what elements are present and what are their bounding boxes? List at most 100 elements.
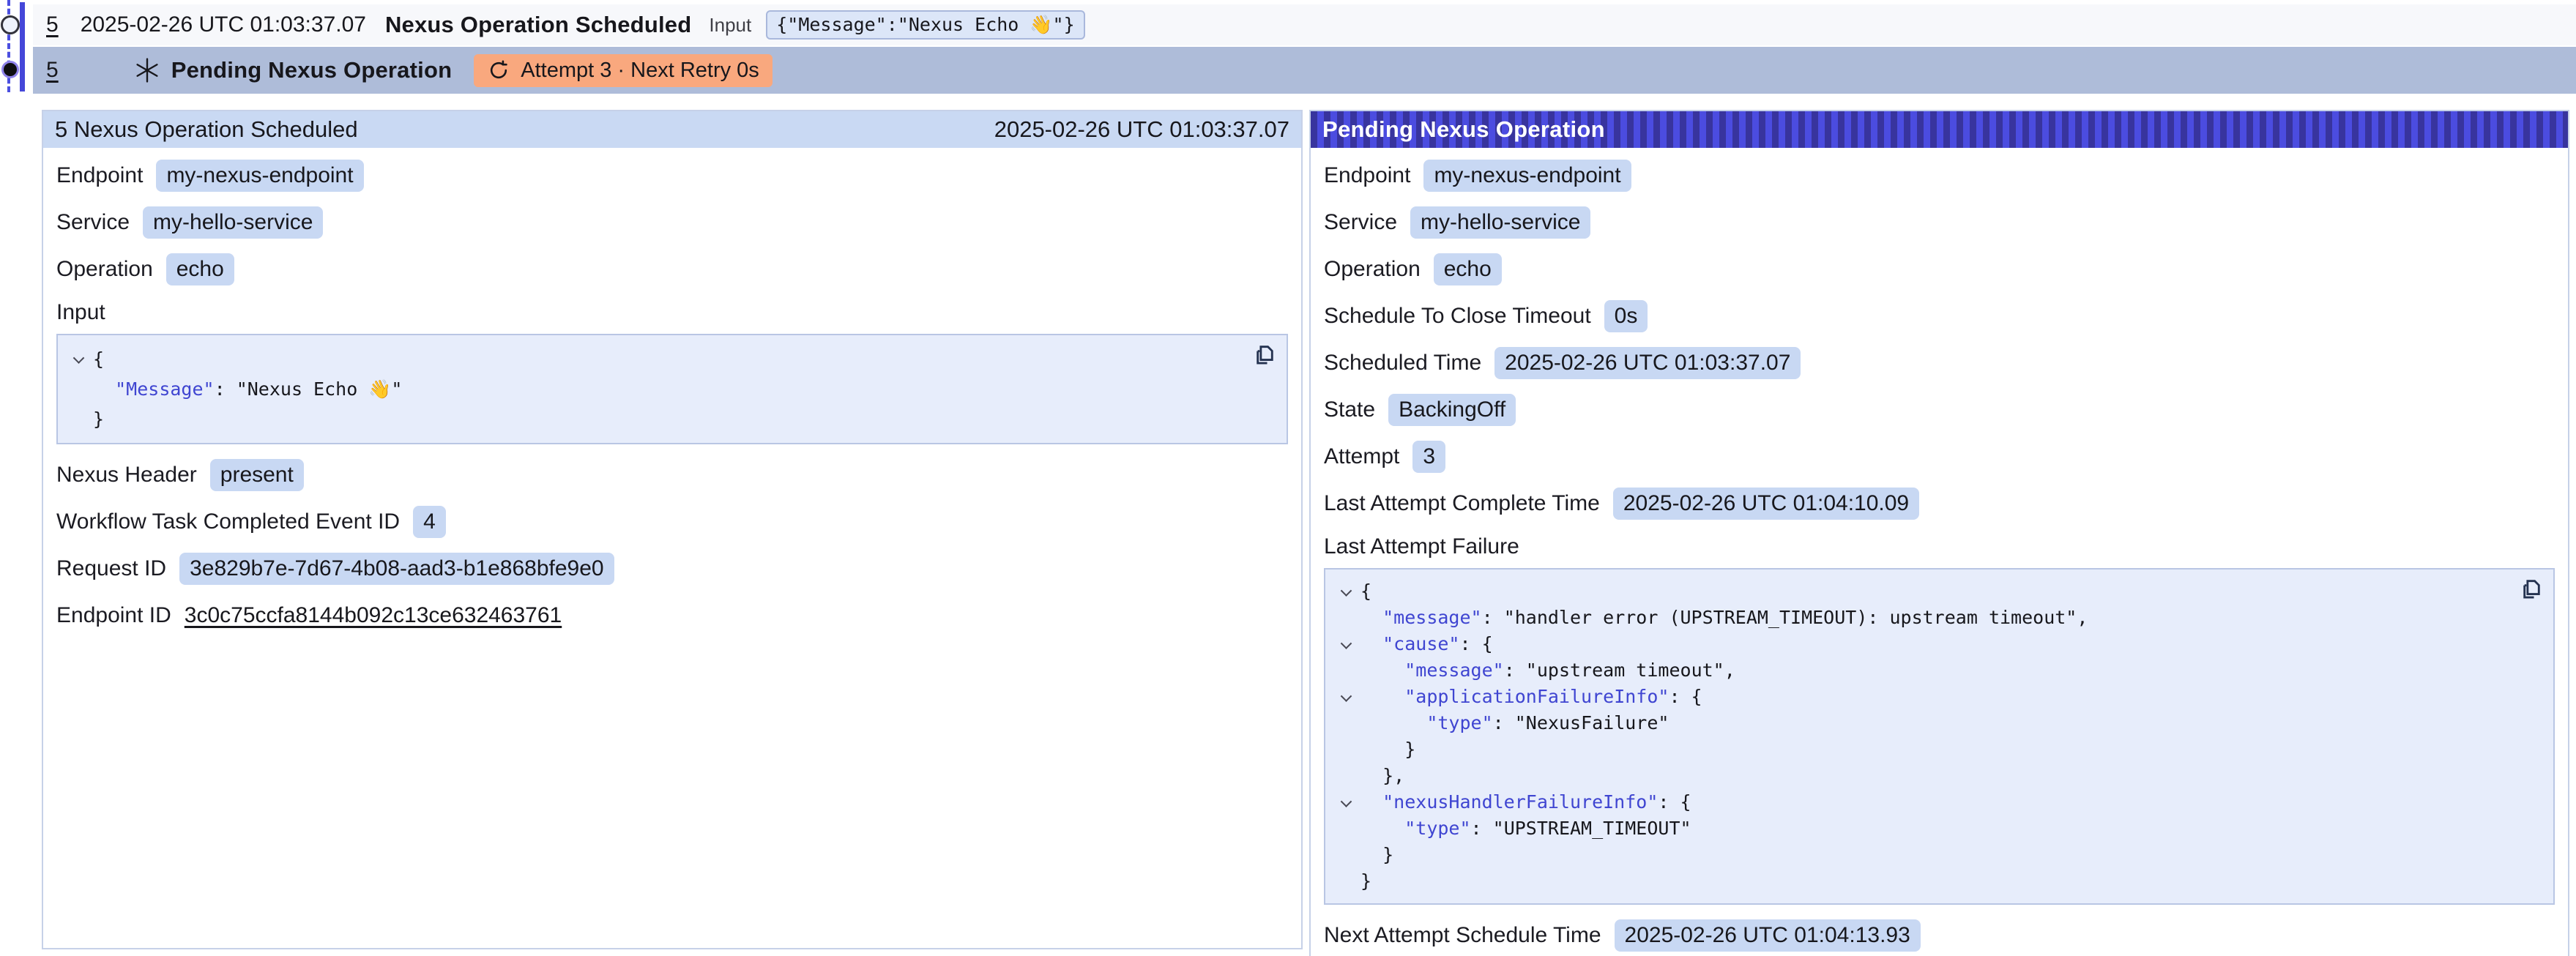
field-value-chip: 3e829b7e-7d67-4b08-aad3-b1e868bfe9e0 bbox=[179, 553, 614, 585]
field-label: Operation bbox=[1324, 257, 1421, 282]
chevron-down-icon[interactable] bbox=[64, 344, 93, 374]
retry-badge: Attempt 3 · Next Retry 0s bbox=[474, 54, 773, 87]
retry-badge-label: Attempt 3 · Next Retry 0s bbox=[521, 59, 759, 83]
json-line: "message": "handler error (UPSTREAM_TIME… bbox=[1331, 605, 2509, 631]
json-line: "type": "NexusFailure" bbox=[1331, 710, 2509, 736]
copy-button[interactable] bbox=[1250, 341, 1278, 369]
gutter bbox=[1331, 710, 1360, 736]
event-id-link[interactable]: 5 bbox=[46, 58, 59, 83]
json-line: } bbox=[1331, 842, 2509, 868]
gutter bbox=[1331, 815, 1360, 842]
json-line: "cause": { bbox=[1331, 631, 2509, 657]
chevron-down-icon[interactable] bbox=[1331, 684, 1360, 710]
field-label: Workflow Task Completed Event ID bbox=[56, 509, 400, 534]
json-line: "applicationFailureInfo": { bbox=[1331, 684, 2509, 710]
pending-asterisk-icon bbox=[133, 56, 161, 84]
field-value-chip: 4 bbox=[413, 506, 446, 538]
json-line: "nexusHandlerFailureInfo": { bbox=[1331, 789, 2509, 815]
json-line: "type": "UPSTREAM_TIMEOUT" bbox=[1331, 815, 2509, 842]
field-value-chip: echo bbox=[166, 253, 234, 285]
gutter bbox=[1331, 842, 1360, 868]
gutter bbox=[1331, 657, 1360, 684]
copy-button[interactable] bbox=[2517, 575, 2545, 603]
field-request-id: Request ID 3e829b7e-7d67-4b08-aad3-b1e86… bbox=[56, 553, 1288, 585]
field-attempt: Attempt 3 bbox=[1324, 441, 2555, 473]
field-label: Endpoint bbox=[1324, 163, 1410, 188]
gutter bbox=[64, 374, 93, 404]
json-line: "Message": "Nexus Echo 👋" bbox=[64, 374, 1243, 404]
field-schedule-to-close-timeout: Schedule To Close Timeout 0s bbox=[1324, 300, 2555, 332]
event-row-pending-nexus-operation[interactable]: 5 Pending Nexus Operation Attempt 3 · Ne… bbox=[33, 47, 2576, 94]
field-operation: Operation echo bbox=[56, 253, 1288, 285]
chevron-down-icon[interactable] bbox=[1331, 631, 1360, 657]
failure-json-viewer: { "message": "handler error (UPSTREAM_TI… bbox=[1324, 568, 2555, 905]
input-json-viewer: { "Message": "Nexus Echo 👋"} bbox=[56, 334, 1288, 444]
field-service: Service my-hello-service bbox=[56, 206, 1288, 239]
event-row-nexus-operation-scheduled[interactable]: 5 2025-02-26 UTC 01:03:37.07 Nexus Opera… bbox=[33, 4, 2576, 45]
event-detail-panel: 5 Nexus Operation Scheduled 2025-02-26 U… bbox=[42, 110, 1303, 949]
field-value-chip: 2025-02-26 UTC 01:04:13.93 bbox=[1615, 919, 1921, 952]
failure-section-label: Last Attempt Failure bbox=[1324, 534, 2555, 559]
field-value-chip: present bbox=[210, 459, 304, 491]
field-value-chip: BackingOff bbox=[1388, 394, 1516, 426]
field-label: Scheduled Time bbox=[1324, 351, 1481, 376]
gutter bbox=[1331, 763, 1360, 789]
panel-timestamp: 2025-02-26 UTC 01:03:37.07 bbox=[994, 116, 1289, 143]
gutter bbox=[1331, 736, 1360, 763]
field-endpoint: Endpoint my-nexus-endpoint bbox=[56, 160, 1288, 192]
event-marker-open-icon bbox=[1, 15, 20, 34]
copy-icon bbox=[2517, 575, 2545, 603]
field-endpoint-id: Endpoint ID 3c0c75ccfa8144b092c13ce63246… bbox=[56, 600, 1288, 632]
json-line: { bbox=[1331, 578, 2509, 605]
gutter bbox=[1331, 605, 1360, 631]
field-value-chip: 2025-02-26 UTC 01:04:10.09 bbox=[1613, 488, 1919, 520]
field-value-chip: 3 bbox=[1412, 441, 1445, 473]
event-detail-panel-header: 5 Nexus Operation Scheduled 2025-02-26 U… bbox=[43, 111, 1301, 148]
json-line: }, bbox=[1331, 763, 2509, 789]
gutter bbox=[1331, 868, 1360, 895]
endpoint-id-link[interactable]: 3c0c75ccfa8144b092c13ce632463761 bbox=[185, 603, 562, 628]
field-label: State bbox=[1324, 397, 1375, 422]
workflow-event-history-page: 5 2025-02-26 UTC 01:03:37.07 Nexus Opera… bbox=[0, 0, 2576, 956]
selected-event-indicator-bar bbox=[20, 2, 25, 92]
field-label: Nexus Header bbox=[56, 463, 197, 488]
field-label: Service bbox=[56, 210, 130, 235]
field-last-attempt-complete-time: Last Attempt Complete Time 2025-02-26 UT… bbox=[1324, 488, 2555, 520]
json-line: { bbox=[64, 344, 1243, 374]
field-value-chip: my-nexus-endpoint bbox=[1423, 160, 1631, 192]
field-service: Service my-hello-service bbox=[1324, 206, 2555, 239]
field-endpoint: Endpoint my-nexus-endpoint bbox=[1324, 160, 2555, 192]
field-label: Next Attempt Schedule Time bbox=[1324, 923, 1601, 948]
field-scheduled-time: Scheduled Time 2025-02-26 UTC 01:03:37.0… bbox=[1324, 347, 2555, 379]
field-label: Request ID bbox=[56, 556, 166, 581]
event-title: Pending Nexus Operation bbox=[171, 57, 453, 83]
chevron-down-icon[interactable] bbox=[1331, 578, 1360, 605]
field-value-chip: echo bbox=[1434, 253, 1502, 285]
pending-operation-panel-header: Pending Nexus Operation bbox=[1311, 111, 2568, 148]
field-operation: Operation echo bbox=[1324, 253, 2555, 285]
field-next-attempt-schedule-time: Next Attempt Schedule Time 2025-02-26 UT… bbox=[1324, 919, 2555, 952]
field-workflow-task-completed-event-id: Workflow Task Completed Event ID 4 bbox=[56, 506, 1288, 538]
event-timestamp: 2025-02-26 UTC 01:03:37.07 bbox=[81, 12, 366, 37]
event-title: Nexus Operation Scheduled bbox=[385, 12, 691, 38]
field-value-chip: my-hello-service bbox=[1410, 206, 1590, 239]
field-label: Schedule To Close Timeout bbox=[1324, 304, 1591, 329]
timeline-connector-line bbox=[7, 0, 10, 92]
retry-icon bbox=[487, 59, 510, 82]
field-label: Attempt bbox=[1324, 444, 1399, 469]
field-label: Service bbox=[1324, 210, 1397, 235]
gutter bbox=[64, 404, 93, 434]
input-label: Input bbox=[709, 14, 751, 37]
chevron-down-icon[interactable] bbox=[1331, 789, 1360, 815]
pending-operation-panel: Pending Nexus Operation Endpoint my-nexu… bbox=[1309, 110, 2569, 956]
field-label: Endpoint ID bbox=[56, 603, 171, 628]
json-line: } bbox=[1331, 868, 2509, 895]
field-label: Endpoint bbox=[56, 163, 143, 188]
field-value-chip: my-hello-service bbox=[143, 206, 323, 239]
event-id-link[interactable]: 5 bbox=[46, 12, 59, 37]
field-value-chip: my-nexus-endpoint bbox=[156, 160, 363, 192]
panel-title: 5 Nexus Operation Scheduled bbox=[55, 116, 358, 143]
event-marker-current-icon bbox=[1, 61, 19, 78]
input-section-label: Input bbox=[56, 300, 1288, 325]
json-line: "message": "upstream timeout", bbox=[1331, 657, 2509, 684]
